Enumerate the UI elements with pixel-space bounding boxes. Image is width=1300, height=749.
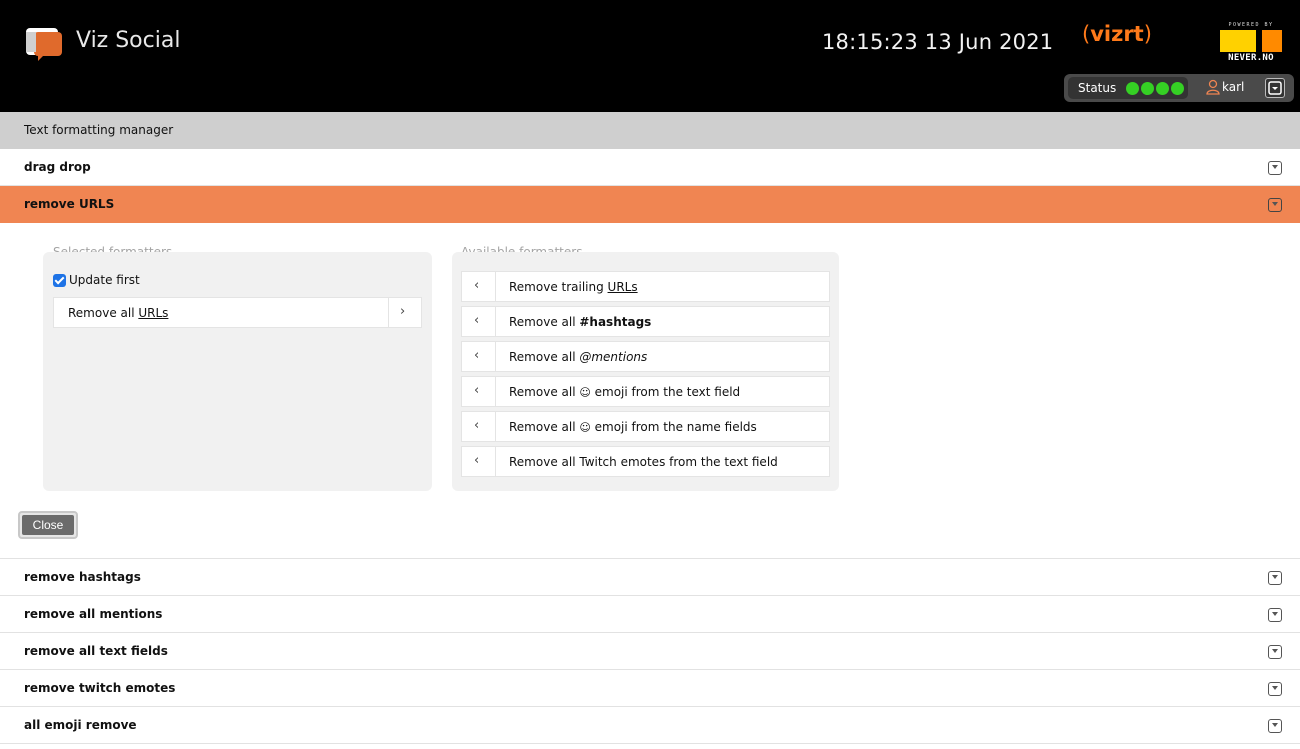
formatter-label: Remove all #hashtags	[509, 315, 652, 329]
breadcrumb: Text formatting manager	[0, 112, 1300, 149]
selected-formatter-item[interactable]: Remove all URLs ›	[53, 297, 422, 328]
viz-social-logo-icon	[26, 28, 62, 61]
status-dot	[1156, 82, 1169, 95]
row-label: drag drop	[24, 160, 91, 174]
formatter-row-remove-urls[interactable]: remove URLS	[0, 186, 1300, 223]
emoji-icon: ☺	[579, 386, 591, 399]
page-title: Text formatting manager	[24, 123, 174, 137]
status-bar: Status karl	[1064, 74, 1294, 102]
row-label: remove hashtags	[24, 570, 141, 584]
chevron-down-icon	[1268, 81, 1282, 95]
top-bar: Viz Social 18:15:23 13 Jun 2021 (vizrt) …	[0, 0, 1300, 112]
available-formatter-item[interactable]: ‹ Remove all #hashtags	[461, 306, 830, 337]
status-dot	[1126, 82, 1139, 95]
user-name[interactable]: karl	[1222, 80, 1244, 94]
row-label: remove twitch emotes	[24, 681, 176, 695]
status-dot	[1171, 82, 1184, 95]
formatter-label: Remove trailing URLs	[509, 280, 638, 294]
expand-icon[interactable]	[1268, 682, 1282, 696]
collapse-icon[interactable]	[1268, 198, 1282, 212]
update-first-checkbox[interactable]	[53, 274, 66, 287]
expand-icon[interactable]	[1268, 571, 1282, 585]
status-label: Status	[1078, 81, 1117, 95]
formatter-label: Remove all @mentions	[509, 350, 648, 364]
expand-icon[interactable]	[1268, 608, 1282, 622]
available-formatter-item[interactable]: ‹ Remove all @mentions	[461, 341, 830, 372]
available-formatter-item[interactable]: ‹ Remove trailing URLs	[461, 271, 830, 302]
emoji-icon: ☺	[579, 421, 591, 434]
close-button[interactable]: Close	[18, 511, 78, 539]
add-formatter-chevron-icon[interactable]: ‹	[474, 348, 479, 363]
vizrt-logo: (vizrt)	[1082, 22, 1152, 46]
formatter-row-remove-all-mentions[interactable]: remove all mentions	[0, 596, 1300, 633]
formatter-row-remove-twitch-emotes[interactable]: remove twitch emotes	[0, 670, 1300, 707]
remove-formatter-chevron-icon[interactable]: ›	[400, 304, 405, 319]
row-label: remove all text fields	[24, 644, 168, 658]
expand-icon[interactable]	[1268, 719, 1282, 733]
available-formatter-item[interactable]: ‹ Remove all Twitch emotes from the text…	[461, 446, 830, 477]
add-formatter-chevron-icon[interactable]: ‹	[474, 418, 479, 433]
close-button-label: Close	[22, 515, 74, 535]
formatter-row-drag-drop[interactable]: drag drop	[0, 149, 1300, 186]
selected-formatters-panel	[43, 252, 432, 491]
app-name: Viz Social	[76, 28, 181, 53]
row-label: remove all mentions	[24, 607, 163, 621]
add-formatter-chevron-icon[interactable]: ‹	[474, 383, 479, 398]
add-formatter-chevron-icon[interactable]: ‹	[474, 313, 479, 328]
clock-display: 18:15:23 13 Jun 2021	[822, 30, 1054, 54]
expand-icon[interactable]	[1268, 161, 1282, 175]
expand-icon[interactable]	[1268, 645, 1282, 659]
user-icon	[1206, 79, 1220, 95]
formatter-row-all-emoji-remove[interactable]: all emoji remove	[0, 707, 1300, 744]
never-no-logo: POWERED BY NEVER.NO	[1218, 22, 1284, 66]
formatter-label: Remove all URLs	[68, 306, 169, 320]
update-first-label: Update first	[69, 273, 140, 287]
available-formatter-item[interactable]: ‹ Remove all ☺ emoji from the text field	[461, 376, 830, 407]
formatter-label: Remove all ☺ emoji from the name fields	[509, 420, 757, 434]
available-formatter-item[interactable]: ‹ Remove all ☺ emoji from the name field…	[461, 411, 830, 442]
user-menu-button[interactable]	[1265, 78, 1285, 98]
status-indicator[interactable]: Status	[1068, 77, 1188, 99]
row-label: remove URLS	[24, 197, 115, 211]
status-dot	[1141, 82, 1154, 95]
formatter-label: Remove all Twitch emotes from the text f…	[509, 455, 778, 469]
add-formatter-chevron-icon[interactable]: ‹	[474, 453, 479, 468]
formatter-row-remove-all-text-fields[interactable]: remove all text fields	[0, 633, 1300, 670]
add-formatter-chevron-icon[interactable]: ‹	[474, 278, 479, 293]
row-label: all emoji remove	[24, 718, 137, 732]
formatter-row-remove-hashtags[interactable]: remove hashtags	[0, 559, 1300, 596]
formatter-label: Remove all ☺ emoji from the text field	[509, 385, 741, 399]
